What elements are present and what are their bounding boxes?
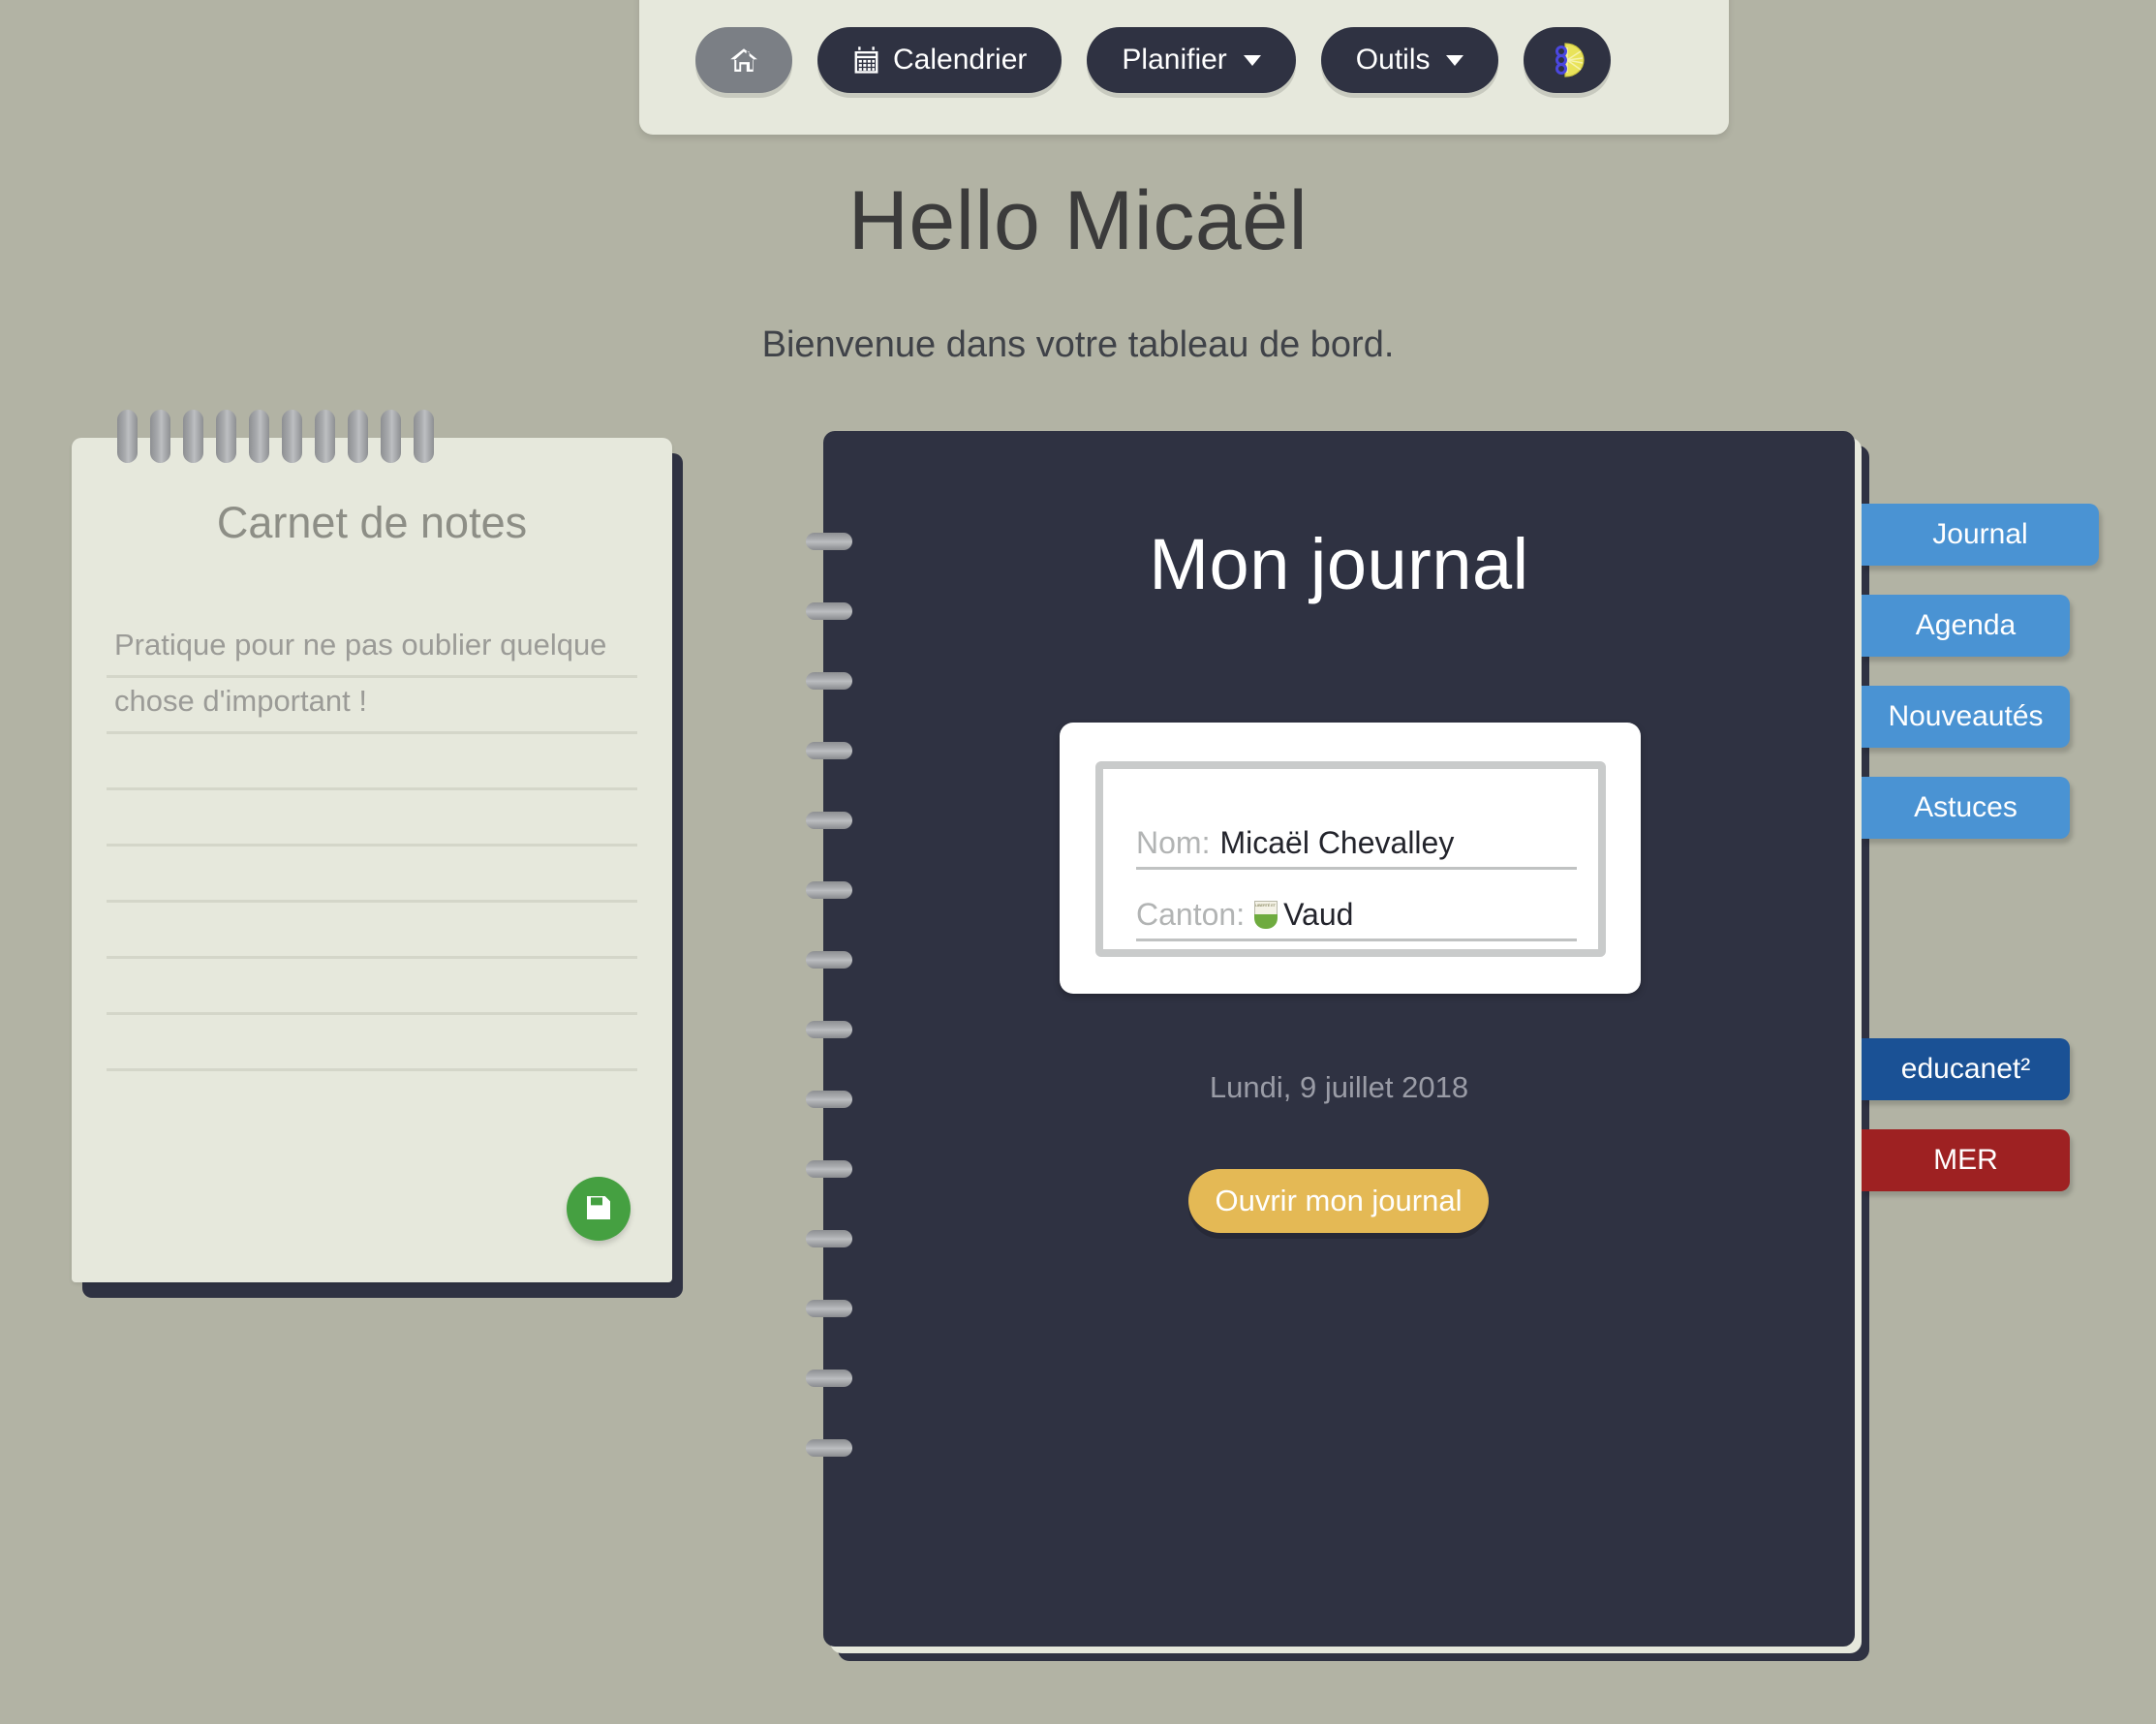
lemon-icon: [1546, 39, 1588, 81]
notepad-line[interactable]: Pratique pour ne pas oublier quelque: [107, 622, 637, 678]
identity-card: Nom: Micaël Chevalley Canton: LIBERTÉ ET…: [1060, 723, 1641, 994]
side-tab-agenda[interactable]: Agenda: [1862, 595, 2070, 657]
chevron-down-icon: [1446, 54, 1464, 66]
identity-row-nom: Nom: Micaël Chevalley: [1136, 825, 1577, 870]
identity-row-canton: Canton: LIBERTÉ ET PATRIE Vaud: [1136, 897, 1577, 941]
notepad-title: Carnet de notes: [216, 498, 528, 547]
notepad-line-text: chose d'important !: [114, 684, 367, 718]
navbar-panel: Calendrier Planifier Outils: [639, 0, 1729, 135]
identity-label-nom: Nom:: [1136, 825, 1211, 860]
save-floppy-icon: [583, 1192, 614, 1226]
notepad-line[interactable]: [107, 959, 637, 1015]
side-tab-astuces[interactable]: Astuces: [1862, 777, 2070, 839]
side-tab-educanet[interactable]: educanet²: [1862, 1038, 2070, 1100]
side-tab-nouveautes[interactable]: Nouveautés: [1862, 686, 2070, 748]
vaud-shield-green: [1254, 914, 1278, 929]
identity-card-frame: Nom: Micaël Chevalley Canton: LIBERTÉ ET…: [1095, 761, 1606, 957]
navbar: Calendrier Planifier Outils: [695, 27, 1612, 93]
page-title: Hello Micaël: [847, 174, 1309, 267]
side-tab-journal[interactable]: Journal: [1862, 504, 2099, 566]
side-tabs: Journal Agenda Nouveautés Astuces educanet² M…: [1862, 0, 2152, 1724]
notepad-panel: Carnet de notes Pratique pour ne pas oub…: [72, 438, 672, 1282]
home-icon: [727, 45, 760, 76]
identity-label-canton: Canton:: [1136, 897, 1246, 932]
page-subtitle: Bienvenue dans votre tableau de bord.: [761, 324, 1395, 365]
nav-outils-button[interactable]: Outils: [1320, 27, 1499, 93]
nav-calendrier-label: Calendrier: [893, 44, 1028, 76]
calendar-icon: [852, 46, 880, 76]
nav-planifier-label: Planifier: [1122, 44, 1227, 76]
notepad-line[interactable]: [107, 847, 637, 903]
journal-title: Mon journal: [1149, 524, 1529, 604]
vaud-shield-motto: LIBERTÉ ET PATRIE: [1254, 901, 1278, 915]
nav-lemon-logo-button[interactable]: [1524, 27, 1612, 93]
nav-outils-label: Outils: [1355, 44, 1431, 76]
side-tab-mer[interactable]: MER: [1862, 1129, 2070, 1191]
notepad-line[interactable]: [107, 1015, 637, 1071]
journal-panel: Mon journal Nom: Micaël Chevalley Canton…: [823, 431, 1855, 1647]
notepad-line-text: Pratique pour ne pas oublier quelque: [114, 628, 607, 662]
identity-value-nom: Micaël Chevalley: [1219, 825, 1455, 860]
nav-home-button[interactable]: [695, 27, 792, 93]
nav-calendrier-button[interactable]: Calendrier: [817, 27, 1063, 93]
notepad-line[interactable]: chose d'important !: [107, 678, 637, 734]
notepad-line[interactable]: [107, 734, 637, 790]
notepad-line[interactable]: [107, 903, 637, 959]
chevron-down-icon: [1243, 54, 1261, 66]
vaud-shield-icon: LIBERTÉ ET PATRIE: [1254, 901, 1278, 929]
nav-planifier-button[interactable]: Planifier: [1087, 27, 1296, 93]
journal-date: Lundi, 9 juillet 2018: [1209, 1070, 1469, 1104]
notepad-lines[interactable]: Pratique pour ne pas oublier quelque chos…: [107, 622, 637, 1071]
save-note-button[interactable]: [567, 1177, 631, 1241]
notepad-line[interactable]: [107, 790, 637, 847]
identity-value-canton: Vaud: [1283, 897, 1354, 932]
open-journal-button[interactable]: Ouvrir mon journal: [1188, 1169, 1489, 1233]
